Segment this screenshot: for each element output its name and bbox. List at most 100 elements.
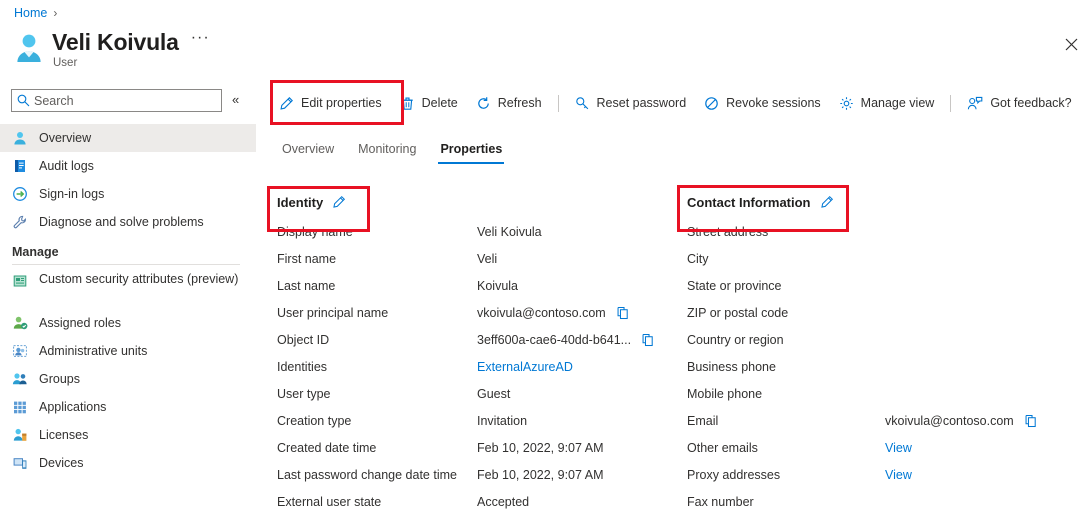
command-bar: Edit properties Delete Refresh Reset pas…	[270, 86, 1081, 120]
azure-user-properties-page: Home › Veli Koivula ··· User	[0, 0, 1091, 530]
property-row: Last password change date timeFeb 10, 20…	[267, 461, 667, 488]
search-box[interactable]	[11, 89, 222, 112]
property-label: Created date time	[267, 441, 477, 455]
property-value-text: Feb 10, 2022, 9:07 AM	[477, 441, 603, 455]
property-value[interactable]: View	[885, 441, 912, 455]
applications-icon	[12, 399, 28, 415]
feedback-icon	[967, 96, 983, 111]
sidebar-item-sign-in-logs[interactable]: Sign-in logs	[0, 180, 256, 208]
contact-information-section: Contact Information Street addressCitySt…	[677, 186, 1087, 515]
devices-icon	[12, 455, 28, 471]
property-label: Email	[677, 414, 885, 428]
revoke-sessions-button[interactable]: Revoke sessions	[695, 88, 830, 118]
property-label: Last password change date time	[267, 468, 477, 482]
property-value: Feb 10, 2022, 9:07 AM	[477, 468, 603, 482]
sidebar-item-label: Administrative units	[39, 344, 147, 359]
reset-password-button[interactable]: Reset password	[566, 88, 696, 118]
property-value-text: Feb 10, 2022, 9:07 AM	[477, 468, 603, 482]
assigned-roles-icon	[12, 315, 28, 331]
got-feedback-button[interactable]: Got feedback?	[958, 88, 1080, 118]
sidebar-item-groups[interactable]: Groups	[0, 365, 256, 393]
sidebar-item-label: Devices	[39, 456, 83, 471]
property-label: Street address	[677, 225, 885, 239]
manage-view-button[interactable]: Manage view	[830, 88, 944, 118]
edit-properties-button[interactable]: Edit properties	[270, 88, 391, 118]
copy-icon[interactable]	[1024, 414, 1038, 428]
property-row: IdentitiesExternalAzureAD	[267, 353, 667, 380]
property-label: Country or region	[677, 333, 885, 347]
sidebar-item-custom-security-attributes[interactable]: Custom security attributes (preview)	[0, 269, 256, 309]
tab-properties[interactable]: Properties	[428, 142, 514, 164]
command-label: Edit properties	[301, 96, 382, 110]
sidebar-divider	[12, 264, 240, 265]
sidebar-item-devices[interactable]: Devices	[0, 449, 256, 477]
property-label: External user state	[267, 495, 477, 509]
property-value: vkoivula@contoso.com	[885, 414, 1038, 428]
property-label: Identities	[267, 360, 477, 374]
identity-section: Identity Display nameVeli KoivulaFirst n…	[267, 186, 667, 515]
sidebar-item-label: Overview	[39, 131, 91, 146]
property-label: Last name	[267, 279, 477, 293]
property-row: Other emailsView	[677, 434, 1087, 461]
property-value[interactable]: ExternalAzureAD	[477, 360, 573, 374]
property-value-text: ExternalAzureAD	[477, 360, 573, 374]
gear-icon	[839, 96, 854, 111]
property-label: User principal name	[267, 306, 477, 320]
collapse-menu-button[interactable]: «	[232, 90, 239, 110]
property-label: State or province	[677, 279, 885, 293]
sidebar-item-diagnose-and-solve-problems[interactable]: Diagnose and solve problems	[0, 208, 256, 236]
property-row: Display nameVeli Koivula	[267, 218, 667, 245]
book-icon	[12, 158, 28, 174]
property-value[interactable]: View	[885, 468, 912, 482]
breadcrumb: Home ›	[14, 0, 63, 26]
close-button[interactable]	[1057, 30, 1085, 58]
breadcrumb-home[interactable]: Home	[14, 6, 47, 20]
refresh-button[interactable]: Refresh	[467, 88, 551, 118]
sidebar-item-label: Assigned roles	[39, 316, 121, 331]
more-options-button[interactable]: ···	[191, 32, 210, 52]
property-row: City	[677, 245, 1087, 272]
sidebar-item-applications[interactable]: Applications	[0, 393, 256, 421]
sidebar-item-label: Custom security attributes (preview)	[39, 272, 238, 287]
property-row: Country or region	[677, 326, 1087, 353]
sidebar-item-licenses[interactable]: Licenses	[0, 421, 256, 449]
page-title: Veli Koivula	[52, 28, 179, 56]
identity-section-header: Identity	[267, 186, 667, 218]
copy-icon[interactable]	[616, 306, 630, 320]
property-value: Veli	[477, 252, 497, 266]
sidebar-item-administrative-units[interactable]: Administrative units	[0, 337, 256, 365]
admin-units-icon	[12, 343, 28, 359]
sidebar-item-label: Audit logs	[39, 159, 94, 174]
command-label: Refresh	[498, 96, 542, 110]
property-row: State or province	[677, 272, 1087, 299]
tab-bar: Overview Monitoring Properties	[270, 134, 514, 164]
attributes-icon	[12, 273, 28, 289]
user-icon	[12, 130, 28, 146]
sidebar-item-label: Applications	[39, 400, 106, 415]
sidebar-item-assigned-roles[interactable]: Assigned roles	[0, 309, 256, 337]
property-value: Guest	[477, 387, 510, 401]
property-value-text: vkoivula@contoso.com	[885, 414, 1014, 428]
property-label: Mobile phone	[677, 387, 885, 401]
command-label: Revoke sessions	[726, 96, 821, 110]
command-separator	[950, 95, 951, 112]
page-subtitle: User	[53, 57, 210, 69]
property-label: City	[677, 252, 885, 266]
command-label: Got feedback?	[990, 96, 1071, 110]
search-input[interactable]	[34, 94, 204, 108]
search-icon	[12, 94, 34, 107]
sidebar-item-overview[interactable]: Overview	[0, 124, 256, 152]
tab-overview[interactable]: Overview	[270, 142, 346, 164]
copy-icon[interactable]	[641, 333, 655, 347]
property-row: Last nameKoivula	[267, 272, 667, 299]
property-row: Street address	[677, 218, 1087, 245]
sidebar-item-label: Groups	[39, 372, 80, 387]
property-row: External user stateAccepted	[267, 488, 667, 515]
property-row: Creation typeInvitation	[267, 407, 667, 434]
property-row: Created date timeFeb 10, 2022, 9:07 AM	[267, 434, 667, 461]
sidebar-item-audit-logs[interactable]: Audit logs	[0, 152, 256, 180]
tab-monitoring[interactable]: Monitoring	[346, 142, 428, 164]
delete-button[interactable]: Delete	[391, 88, 467, 118]
edit-contact-pencil-icon[interactable]	[820, 195, 834, 209]
edit-identity-pencil-icon[interactable]	[332, 195, 346, 209]
